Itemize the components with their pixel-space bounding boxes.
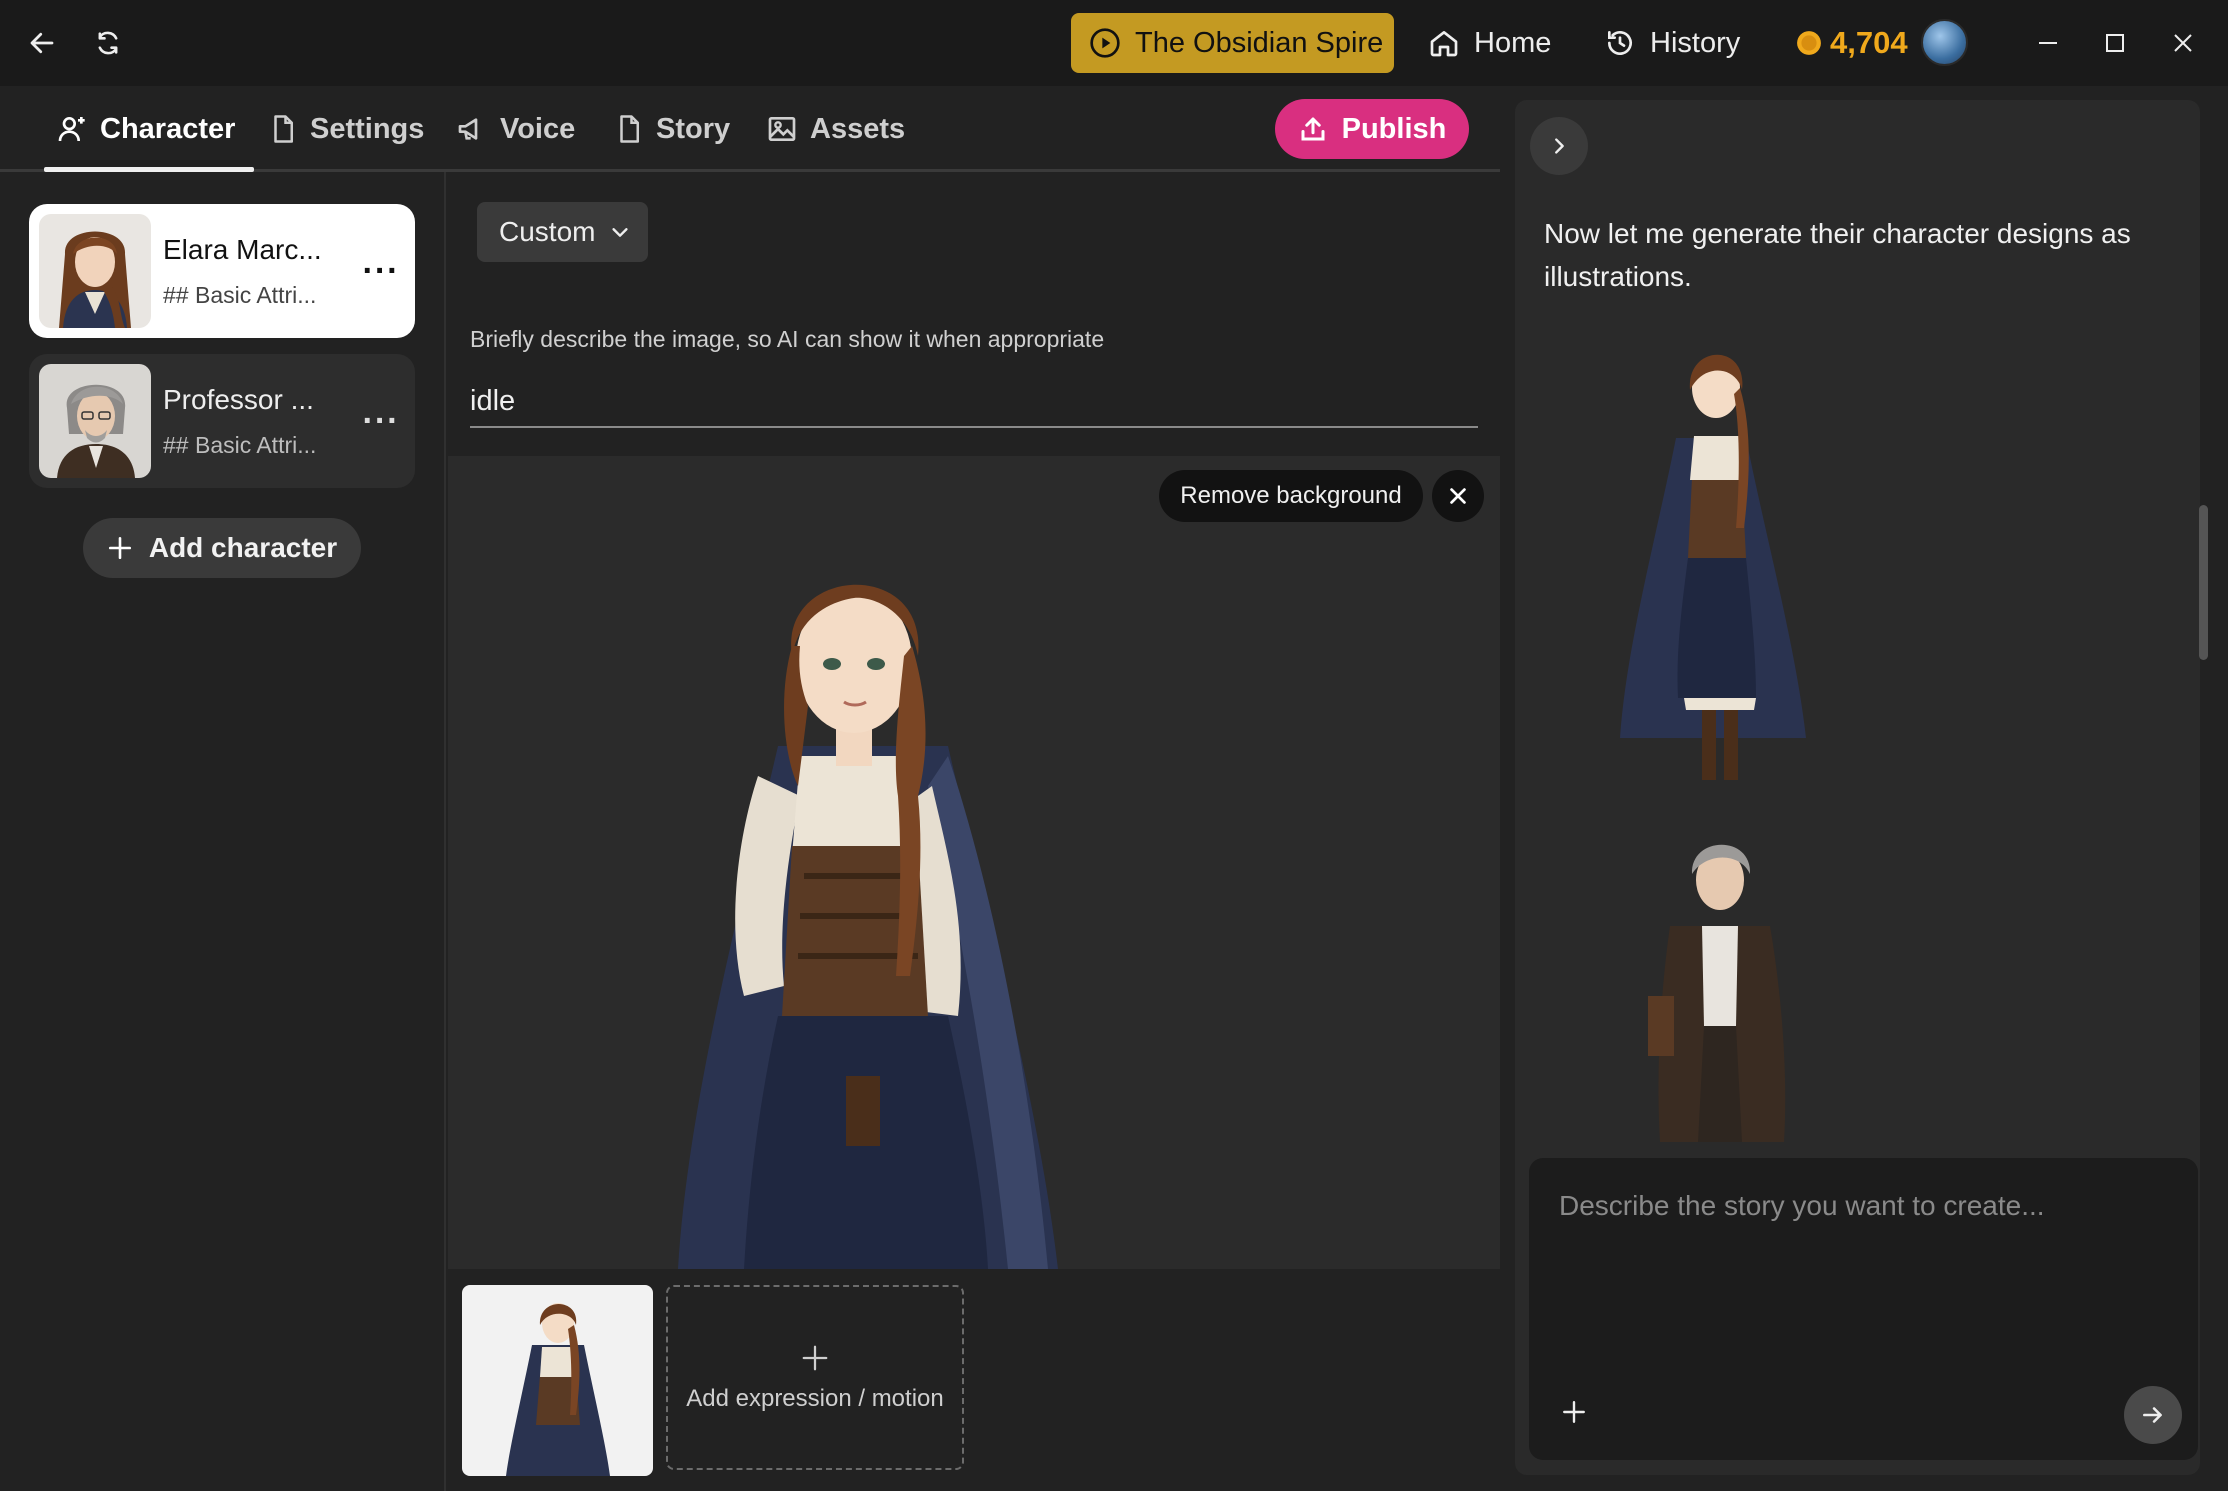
more-options-icon[interactable]: ···	[359, 249, 403, 293]
upload-icon	[1298, 114, 1328, 144]
tab-settings[interactable]: Settings	[268, 86, 424, 172]
tab-assets[interactable]: Assets	[766, 86, 905, 172]
generated-image-elara[interactable]	[1606, 318, 1836, 796]
character-name: Elara Marc...	[163, 234, 322, 265]
tab-story[interactable]: Story	[614, 86, 730, 172]
character-icon	[56, 113, 88, 145]
tab-voice[interactable]: Voice	[456, 86, 575, 172]
generated-image-professor[interactable]	[1620, 816, 1820, 1142]
maximize-icon[interactable]	[2095, 23, 2135, 63]
chevron-down-icon	[609, 221, 631, 243]
title-bar: The Obsidian Spire Home History 4,704	[0, 0, 2228, 86]
dropdown-value: Custom	[499, 216, 596, 247]
tab-voice-label: Voice	[500, 112, 576, 145]
image-icon	[766, 113, 798, 145]
character-illustration	[678, 584, 1058, 1269]
attach-plus-icon[interactable]	[1555, 1393, 1593, 1431]
character-image-preview	[448, 456, 1500, 1269]
coin-balance[interactable]: 4,704	[1796, 20, 1908, 66]
coin-count: 4,704	[1830, 25, 1908, 60]
close-window-icon[interactable]	[2163, 23, 2203, 63]
history-label: History	[1650, 26, 1741, 59]
document-icon	[268, 113, 298, 145]
chevron-right-icon[interactable]	[1530, 117, 1588, 175]
publish-button[interactable]: Publish	[1275, 99, 1469, 159]
tab-assets-label: Assets	[810, 112, 906, 145]
character-sidebar: Elara Marc... ## Basic Attri... ··· Prof…	[0, 172, 446, 1491]
play-circle-icon	[1089, 27, 1121, 59]
story-prompt-input[interactable]	[1559, 1190, 2159, 1350]
remove-background-button[interactable]: Remove background	[1159, 470, 1423, 522]
document-icon	[614, 113, 644, 145]
add-expression-button[interactable]: Add expression / motion	[666, 1285, 964, 1470]
current-story-button[interactable]: The Obsidian Spire	[1071, 13, 1394, 73]
close-icon[interactable]	[1432, 470, 1484, 522]
home-nav-button[interactable]: Home	[1428, 20, 1551, 66]
back-arrow-icon[interactable]	[22, 23, 62, 63]
home-label: Home	[1474, 26, 1552, 59]
send-arrow-icon[interactable]	[2124, 1386, 2182, 1444]
character-subtitle: ## Basic Attri...	[163, 432, 317, 458]
coin-icon	[1796, 30, 1822, 56]
home-icon	[1428, 27, 1460, 59]
minimize-icon[interactable]	[2028, 23, 2068, 63]
tab-character[interactable]: Character	[56, 86, 235, 172]
chat-message: Now let me generate their character desi…	[1544, 218, 2131, 292]
history-icon	[1604, 27, 1636, 59]
add-character-button[interactable]: Add character	[83, 518, 361, 578]
add-expression-label: Add expression / motion	[686, 1384, 944, 1412]
plus-icon	[800, 1343, 830, 1373]
tab-story-label: Story	[656, 112, 731, 145]
refresh-icon[interactable]	[88, 23, 128, 63]
tab-character-label: Character	[100, 112, 236, 145]
story-title: The Obsidian Spire	[1135, 26, 1384, 59]
chat-scrollbar[interactable]	[2199, 505, 2208, 660]
expression-thumbnail[interactable]	[462, 1285, 653, 1476]
megaphone-icon	[456, 113, 488, 145]
plus-icon	[107, 535, 133, 561]
character-subtitle: ## Basic Attri...	[163, 282, 317, 308]
history-nav-button[interactable]: History	[1604, 20, 1740, 66]
user-avatar[interactable]	[1921, 19, 1968, 66]
description-input[interactable]	[470, 376, 1478, 428]
add-character-label: Add character	[148, 532, 338, 563]
more-options-icon[interactable]: ···	[359, 399, 403, 443]
character-name: Professor ...	[163, 384, 314, 415]
publish-label: Publish	[1341, 112, 1447, 145]
character-thumbnail	[39, 364, 151, 478]
tab-settings-label: Settings	[310, 112, 425, 145]
description-label: Briefly describe the image, so AI can sh…	[470, 326, 1105, 352]
image-type-dropdown[interactable]: Custom	[477, 202, 648, 262]
character-card-elara[interactable]: Elara Marc... ## Basic Attri... ···	[29, 204, 415, 338]
character-thumbnail	[39, 214, 151, 328]
character-card-professor[interactable]: Professor ... ## Basic Attri... ···	[29, 354, 415, 488]
